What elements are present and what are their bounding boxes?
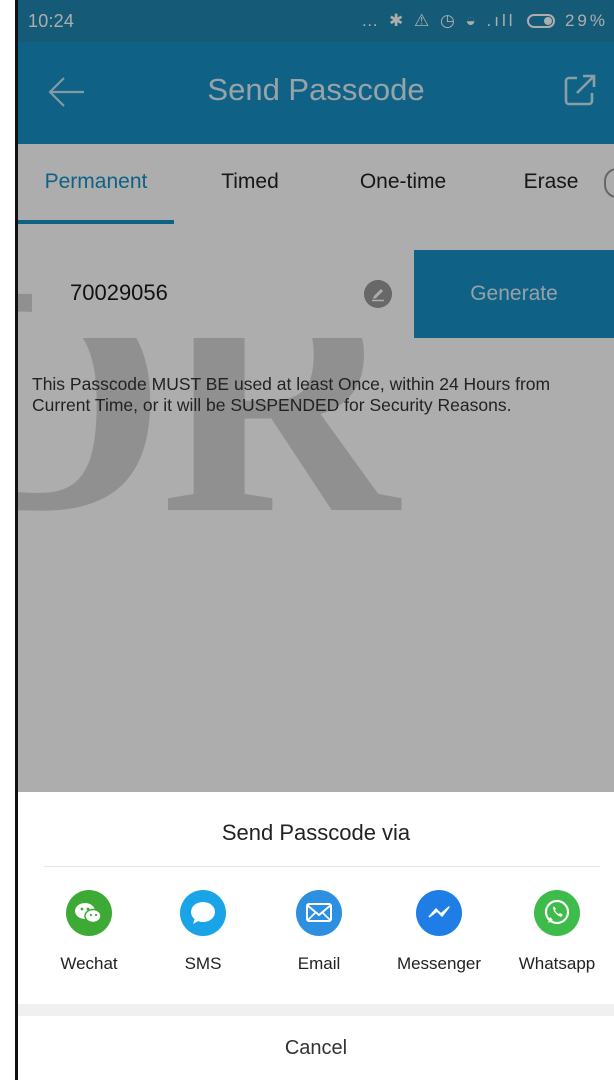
page-title: Send Passcode bbox=[207, 72, 425, 107]
tab-overflow-indicator[interactable] bbox=[604, 168, 614, 198]
messenger-icon bbox=[416, 890, 462, 936]
share-option-label: SMS bbox=[184, 954, 222, 973]
battery-level: 29% bbox=[564, 11, 608, 30]
share-option-label: Email bbox=[297, 954, 341, 973]
passcode-notice: This Passcode MUST BE used at least Once… bbox=[32, 374, 551, 415]
share-option-messenger[interactable]: Messenger bbox=[384, 888, 494, 988]
email-icon bbox=[296, 890, 342, 936]
wechat-icon bbox=[66, 890, 112, 936]
tab-permanent[interactable]: Permanent bbox=[18, 144, 174, 224]
generate-button[interactable]: Generate bbox=[414, 250, 614, 338]
tab-erase[interactable]: Erase bbox=[502, 144, 600, 224]
sheet-separator bbox=[18, 1004, 614, 1016]
cancel-button[interactable]: Cancel bbox=[18, 1016, 614, 1080]
tab-timed[interactable]: Timed bbox=[188, 144, 312, 224]
phone-screen: 10:24 … ✱ ⚠ ◷ ◒ .ıll 29% Send Passcode P… bbox=[18, 0, 614, 1080]
share-option-whatsapp[interactable]: Whatsapp bbox=[502, 888, 612, 988]
tab-bar: Permanent Timed One-time Erase bbox=[18, 144, 614, 224]
share-sheet: Send Passcode via Wechat SMS Email Messe… bbox=[18, 792, 614, 1080]
passcode-row: 70029056 Generate bbox=[32, 250, 614, 338]
tab-one-time[interactable]: One-time bbox=[334, 144, 472, 224]
passcode-value[interactable]: 70029056 bbox=[70, 280, 168, 306]
share-option-wechat[interactable]: Wechat bbox=[34, 888, 144, 988]
divider bbox=[44, 866, 600, 867]
share-sheet-title: Send Passcode via bbox=[221, 820, 411, 845]
share-option-email[interactable]: Email bbox=[264, 888, 374, 988]
status-indicators: … ✱ ⚠ ◷ ◒ .ıll bbox=[361, 11, 516, 30]
share-option-label: Whatsapp bbox=[518, 954, 596, 973]
status-time: 10:24 bbox=[28, 11, 75, 31]
share-icon[interactable] bbox=[560, 70, 600, 110]
share-option-label: Wechat bbox=[60, 954, 118, 973]
edit-pencil-icon[interactable] bbox=[364, 280, 392, 308]
whatsapp-icon bbox=[534, 890, 580, 936]
status-icons: … ✱ ⚠ ◷ ◒ .ıll 29% bbox=[361, 11, 608, 31]
content-area: DR 70029056 Generate This Passcode MUST … bbox=[18, 224, 614, 792]
app-bar: Send Passcode bbox=[18, 42, 614, 144]
share-option-label: Messenger bbox=[396, 954, 482, 973]
battery-icon bbox=[527, 14, 556, 28]
status-bar: 10:24 … ✱ ⚠ ◷ ◒ .ıll 29% bbox=[18, 0, 614, 42]
sms-icon bbox=[180, 890, 226, 936]
share-option-sms[interactable]: SMS bbox=[148, 888, 258, 988]
